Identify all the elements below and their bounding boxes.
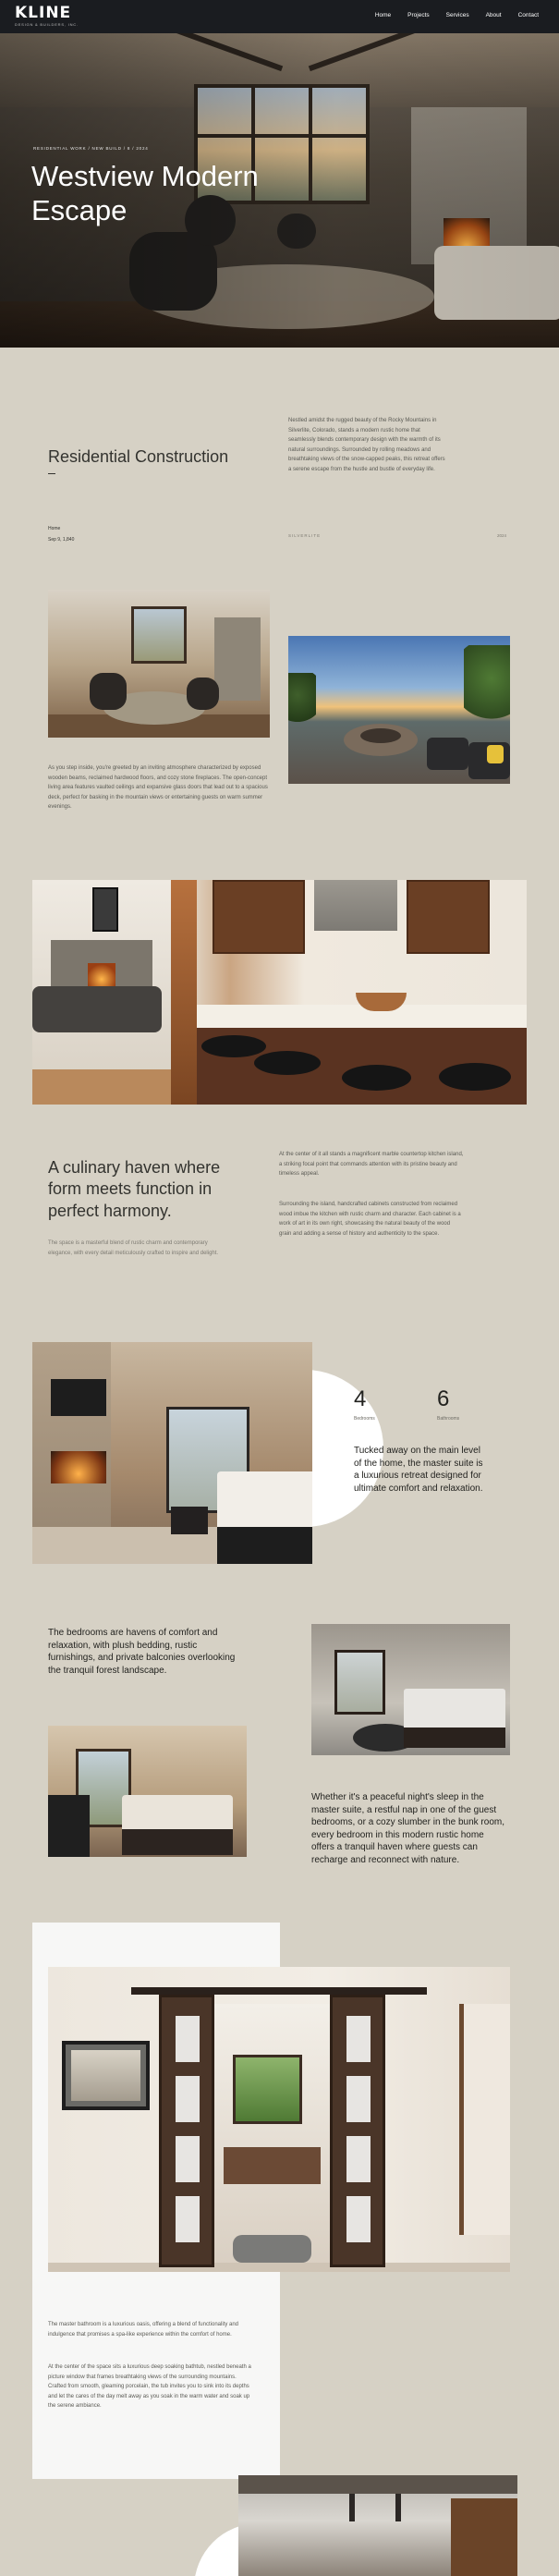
project-type: Home (48, 526, 61, 531)
door-pane (176, 2016, 200, 2062)
door-pane (176, 2076, 200, 2122)
bathroom-paragraph-1: The master bathroom is a luxurious oasis… (48, 2322, 239, 2338)
door-pane (346, 2076, 371, 2122)
bathroom-window (233, 2055, 302, 2124)
culinary-paragraph-1: At the center of it all stands a magnifi… (279, 1152, 464, 1177)
vanity (224, 2147, 321, 2184)
armchair (90, 673, 127, 710)
bar-stool (254, 1051, 321, 1075)
bathroom-interior (214, 2004, 330, 2267)
window (131, 606, 187, 664)
bed-base (217, 1527, 312, 1564)
top-navigation-bar: KLINE DESIGN & BUILDERS, INC. Home Proje… (0, 0, 559, 33)
main-nav: Home Projects Services About Contact (375, 12, 539, 18)
bedroom-photo (48, 1726, 247, 1857)
culinary-heading: A culinary haven where form meets functi… (48, 1158, 221, 1220)
wood-column (171, 880, 197, 1105)
ceiling (238, 2475, 517, 2494)
bathroom-barn-doors-photo (48, 1967, 510, 2272)
project-year: 2024 (497, 533, 507, 538)
glass-door (334, 1650, 385, 1715)
doorway-frame (459, 2004, 510, 2235)
pendant-light (395, 2494, 401, 2521)
bedrooms-text: The bedrooms are havens of comfort and r… (48, 1628, 236, 1676)
nav-services[interactable]: Services (446, 12, 469, 18)
hero-breadcrumb: RESIDENTIAL WORK / NEW BUILD / 8 / 2024 (33, 146, 149, 151)
bathrooms-count: 6 (437, 1386, 450, 1411)
wall-art (92, 887, 118, 932)
cabinet (213, 880, 305, 954)
door-pane (346, 2136, 371, 2182)
tree (288, 673, 316, 728)
bar-stool (201, 1035, 266, 1057)
nav-projects[interactable]: Projects (407, 12, 429, 18)
bath-rug (233, 2235, 311, 2263)
television (51, 1379, 106, 1416)
fire-pit-center (360, 728, 401, 743)
patio-fire-pit-photo (288, 636, 510, 784)
fire (88, 963, 115, 986)
barn-door-right (330, 1995, 385, 2267)
guest-bedroom-photo (311, 1624, 510, 1755)
culinary-caption: The space is a masterful blend of rustic… (48, 1240, 219, 1256)
pendant-light (349, 2494, 355, 2521)
yellow-cushion (487, 745, 504, 763)
project-date: Sep 9, 1,840 (48, 537, 75, 543)
fireplace (214, 617, 261, 701)
interior-paragraph: As you step inside, you're greeted by an… (48, 765, 268, 810)
next-section-photo (238, 2475, 517, 2576)
nav-about[interactable]: About (486, 12, 502, 18)
nightstand (48, 1795, 90, 1857)
cabinet (451, 2498, 517, 2576)
bar-stool (439, 1063, 511, 1091)
bathroom-paragraph-2: At the center of the space sits a luxuri… (48, 2364, 251, 2409)
floor (48, 2263, 510, 2272)
nav-contact[interactable]: Contact (518, 12, 539, 18)
project-location: SILVERLITE (288, 533, 322, 538)
horse-artwork (62, 2041, 150, 2110)
bench (171, 1507, 208, 1534)
range-hood (314, 880, 397, 931)
door-pane (346, 2016, 371, 2062)
bar-stool (342, 1065, 411, 1091)
fireplace (51, 1451, 106, 1483)
door-pane (176, 2196, 200, 2242)
bedrooms-label: Bedrooms (354, 1416, 375, 1422)
door-pane (346, 2196, 371, 2242)
cabinet (407, 880, 490, 954)
guest-bedrooms-text: Whether it's a peaceful night's sleep in… (311, 1792, 504, 1865)
bed-base (404, 1728, 505, 1748)
living-room-photo (48, 590, 270, 738)
barn-door-left (159, 1995, 214, 2267)
kline-logo[interactable]: KLINE (15, 4, 71, 22)
master-bedroom-photo (32, 1342, 312, 1564)
master-suite-text: Tucked away on the main level of the hom… (354, 1446, 483, 1494)
patio-seat (427, 738, 468, 770)
bathrooms-label: Bathrooms (437, 1416, 460, 1422)
culinary-paragraph-2: Surrounding the island, handcrafted cabi… (279, 1202, 461, 1237)
heading-dash (48, 473, 55, 474)
bedrooms-count: 4 (354, 1386, 367, 1411)
page: KLINE DESIGN & BUILDERS, INC. Home Proje… (0, 0, 559, 2576)
nav-home[interactable]: Home (375, 12, 391, 18)
sofa (32, 986, 162, 1032)
tree (464, 645, 510, 728)
logo-tagline: DESIGN & BUILDERS, INC. (15, 22, 79, 27)
artwork-canvas (71, 2050, 140, 2101)
armchair (187, 678, 219, 710)
barn-door-rail (131, 1987, 427, 1995)
section-heading: Residential Construction (48, 447, 229, 466)
page-title: Westview Modern Escape (31, 160, 259, 227)
kitchen-photo (32, 880, 527, 1105)
intro-paragraph: Nestled amidst the rugged beauty of the … (288, 418, 445, 472)
bed-base (122, 1829, 233, 1855)
door-pane (176, 2136, 200, 2182)
